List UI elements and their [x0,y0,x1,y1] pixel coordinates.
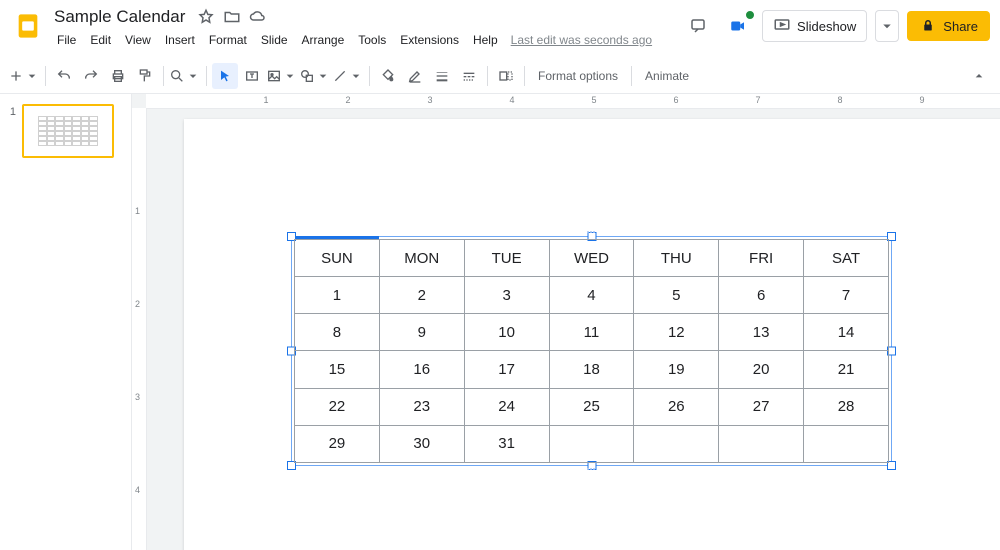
calendar-day-cell[interactable]: 8 [295,314,380,351]
animate-button[interactable]: Animate [637,65,697,87]
move-icon[interactable] [223,8,241,26]
slideshow-label: Slideshow [797,19,856,34]
share-label: Share [943,19,978,34]
shape-tool[interactable] [299,63,331,89]
menu-format[interactable]: Format [202,30,254,50]
share-button[interactable]: Share [907,11,990,41]
insert-dots-top[interactable] [587,231,597,234]
calendar-day-cell[interactable]: 9 [379,314,464,351]
slides-logo[interactable] [10,8,46,44]
calendar-table[interactable]: SUNMONTUEWEDTHUFRISAT1234567891011121314… [294,239,889,463]
calendar-day-cell[interactable]: 11 [549,314,634,351]
format-options-button[interactable]: Format options [530,65,626,87]
slideshow-dropdown[interactable] [875,10,899,42]
calendar-day-cell[interactable]: 17 [464,351,549,388]
menu-slide[interactable]: Slide [254,30,295,50]
calendar-day-cell[interactable] [719,425,804,462]
calendar-day-cell[interactable]: 30 [379,425,464,462]
border-weight-button[interactable] [429,63,455,89]
calendar-day-cell[interactable]: 31 [464,425,549,462]
fill-color-button[interactable] [375,63,401,89]
border-dash-button[interactable] [456,63,482,89]
undo-button[interactable] [51,63,77,89]
menu-bar: FileEditViewInsertFormatSlideArrangeTool… [50,30,652,50]
new-slide-button[interactable] [8,63,40,89]
calendar-day-cell[interactable]: 18 [549,351,634,388]
insert-dots-bottom[interactable] [587,468,597,471]
calendar-day-cell[interactable]: 19 [634,351,719,388]
calendar-day-cell[interactable]: 7 [804,277,889,314]
menu-help[interactable]: Help [466,30,505,50]
calendar-day-cell[interactable]: 22 [295,388,380,425]
thumbnail-number: 1 [8,104,16,158]
border-color-button[interactable] [402,63,428,89]
calendar-header-cell[interactable]: MON [379,240,464,277]
calendar-day-cell[interactable]: 24 [464,388,549,425]
zoom-button[interactable] [169,63,201,89]
cloud-saved-icon[interactable] [249,8,267,26]
calendar-header-cell[interactable]: WED [549,240,634,277]
slide-canvas[interactable]: SUNMONTUEWEDTHUFRISAT1234567891011121314… [184,119,1000,550]
calendar-day-cell[interactable] [804,425,889,462]
calendar-day-cell[interactable]: 20 [719,351,804,388]
vertical-ruler: 1234 [132,108,147,550]
menu-file[interactable]: File [50,30,83,50]
calendar-day-cell[interactable]: 1 [295,277,380,314]
slide-thumbnail-1[interactable] [22,104,114,158]
star-icon[interactable] [197,8,215,26]
horizontal-ruler: 123456789 [146,94,1000,109]
textbox-tool[interactable] [239,63,265,89]
menu-edit[interactable]: Edit [83,30,118,50]
slideshow-button[interactable]: Slideshow [762,10,867,42]
calendar-day-cell[interactable]: 27 [719,388,804,425]
calendar-header-cell[interactable]: FRI [719,240,804,277]
calendar-day-cell[interactable]: 4 [549,277,634,314]
paint-format-button[interactable] [132,63,158,89]
calendar-day-cell[interactable]: 2 [379,277,464,314]
calendar-day-cell[interactable]: 29 [295,425,380,462]
image-tool[interactable] [266,63,298,89]
last-edit-link[interactable]: Last edit was seconds ago [511,33,652,47]
menu-insert[interactable]: Insert [158,30,202,50]
menu-arrange[interactable]: Arrange [295,30,352,50]
calendar-day-cell[interactable]: 21 [804,351,889,388]
calendar-day-cell[interactable]: 15 [295,351,380,388]
calendar-table-selection[interactable]: SUNMONTUEWEDTHUFRISAT1234567891011121314… [294,239,889,463]
calendar-day-cell[interactable]: 12 [634,314,719,351]
calendar-day-cell[interactable]: 16 [379,351,464,388]
comment-history-button[interactable] [682,11,714,41]
calendar-header-cell[interactable]: SAT [804,240,889,277]
collapse-toolbar-button[interactable] [966,63,992,89]
calendar-day-cell[interactable]: 14 [804,314,889,351]
meet-button[interactable] [722,11,754,41]
calendar-day-cell[interactable]: 26 [634,388,719,425]
calendar-day-cell[interactable]: 10 [464,314,549,351]
calendar-day-cell[interactable]: 25 [549,388,634,425]
menu-extensions[interactable]: Extensions [393,30,466,50]
calendar-day-cell[interactable]: 6 [719,277,804,314]
calendar-day-cell[interactable] [549,425,634,462]
select-tool[interactable] [212,63,238,89]
print-button[interactable] [105,63,131,89]
calendar-day-cell[interactable]: 3 [464,277,549,314]
line-tool[interactable] [332,63,364,89]
calendar-header-cell[interactable]: SUN [295,240,380,277]
calendar-day-cell[interactable]: 23 [379,388,464,425]
slide-thumbnail-panel: 1 [0,94,132,550]
redo-button[interactable] [78,63,104,89]
menu-view[interactable]: View [118,30,158,50]
calendar-day-cell[interactable]: 28 [804,388,889,425]
calendar-day-cell[interactable]: 5 [634,277,719,314]
calendar-header-cell[interactable]: THU [634,240,719,277]
calendar-day-cell[interactable] [634,425,719,462]
calendar-day-cell[interactable]: 13 [719,314,804,351]
menu-tools[interactable]: Tools [351,30,393,50]
calendar-header-cell[interactable]: TUE [464,240,549,277]
document-title[interactable]: Sample Calendar [50,6,189,28]
transition-button[interactable] [493,63,519,89]
